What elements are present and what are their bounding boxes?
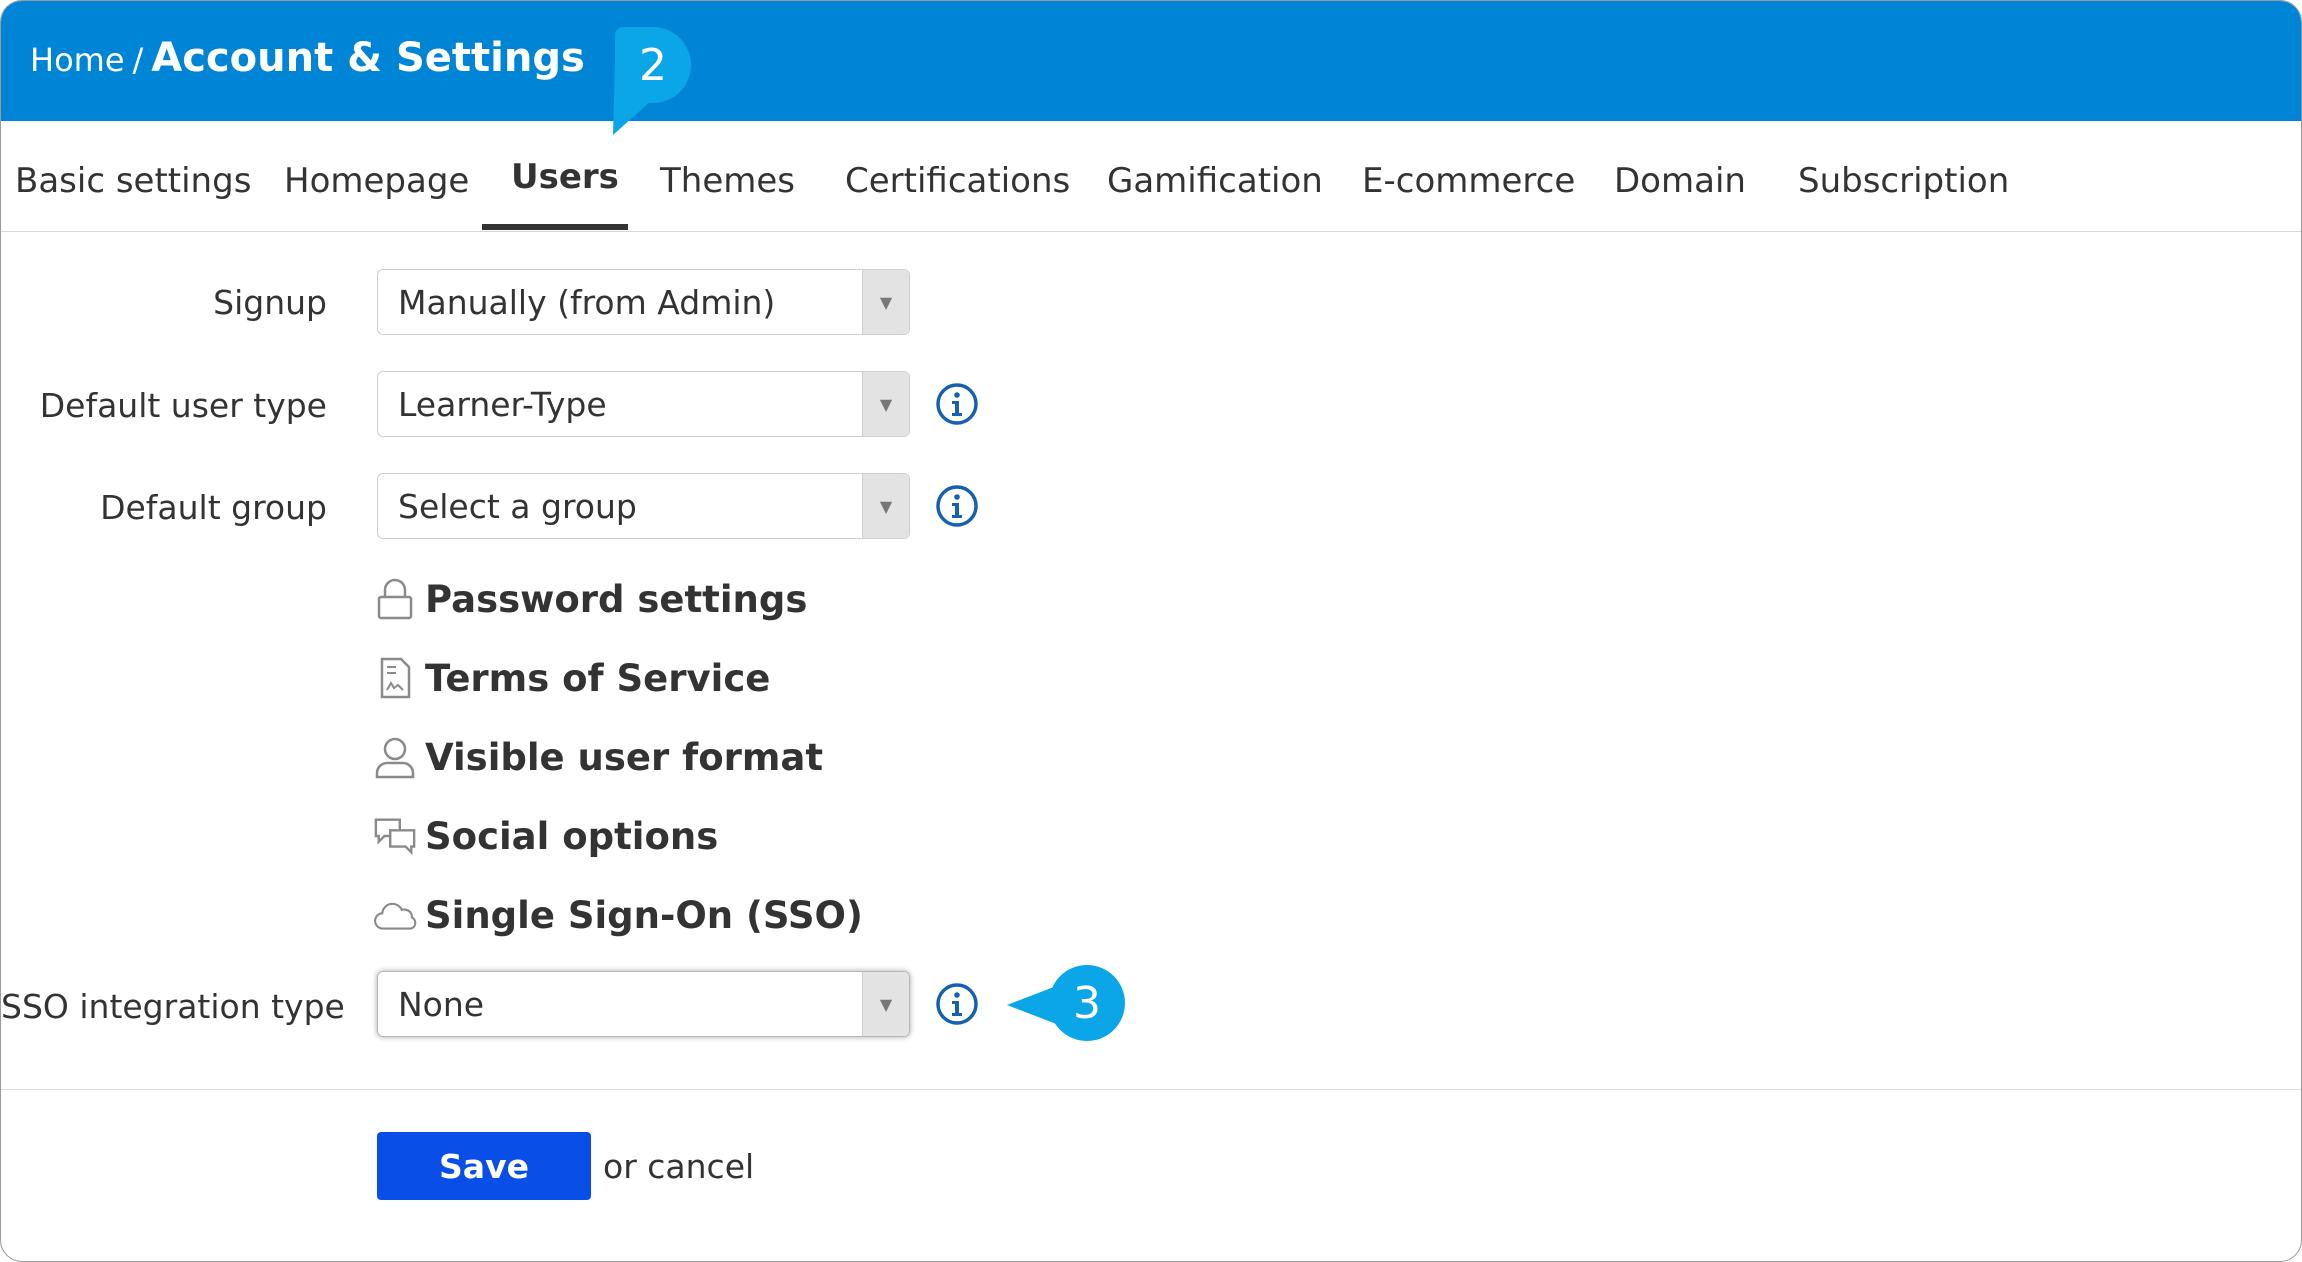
footer-divider	[1, 1089, 2301, 1090]
tab-basic-settings[interactable]: Basic settings	[15, 161, 251, 201]
user-icon	[373, 735, 417, 779]
chevron-down-icon[interactable]: ▼	[862, 270, 909, 334]
single-sign-on-label: Single Sign-On (SSO)	[425, 893, 863, 937]
visible-user-format-link[interactable]: Visible user format	[373, 732, 823, 782]
settings-tabs: Basic settings Homepage Users Themes Cer…	[1, 121, 2301, 232]
cloud-icon	[373, 893, 417, 937]
info-icon[interactable]	[935, 382, 979, 426]
tab-themes[interactable]: Themes	[660, 161, 795, 201]
signup-select[interactable]: Manually (from Admin) ▼	[377, 269, 910, 335]
cancel-link[interactable]: cancel	[647, 1147, 754, 1186]
default-group-value: Select a group	[398, 487, 637, 526]
chevron-down-icon[interactable]: ▼	[862, 972, 909, 1036]
signup-label: Signup	[213, 283, 327, 322]
social-options-link[interactable]: Social options	[373, 811, 718, 861]
chat-bubbles-icon	[373, 814, 417, 858]
sso-integration-type-label: SSO integration type	[1, 987, 345, 1026]
tab-domain[interactable]: Domain	[1614, 161, 1746, 201]
default-group-select[interactable]: Select a group ▼	[377, 473, 910, 539]
terms-of-service-label: Terms of Service	[425, 656, 771, 700]
single-sign-on-link[interactable]: Single Sign-On (SSO)	[373, 890, 863, 940]
default-user-type-select[interactable]: Learner-Type ▼	[377, 371, 910, 437]
cancel-text: or cancel	[603, 1147, 754, 1186]
signup-select-value: Manually (from Admin)	[398, 283, 776, 322]
chevron-down-icon[interactable]: ▼	[862, 474, 909, 538]
lock-icon	[373, 577, 417, 621]
password-settings-link[interactable]: Password settings	[373, 574, 807, 624]
password-settings-label: Password settings	[425, 577, 808, 621]
social-options-label: Social options	[425, 814, 719, 858]
sso-integration-type-value: None	[398, 985, 485, 1024]
callout-2-pointer	[613, 63, 651, 135]
chevron-down-icon[interactable]: ▼	[862, 372, 909, 436]
active-tab-indicator	[482, 224, 628, 230]
or-text: or	[603, 1147, 637, 1186]
save-button[interactable]: Save	[377, 1132, 591, 1200]
info-icon[interactable]	[935, 484, 979, 528]
tab-subscription[interactable]: Subscription	[1798, 161, 2009, 201]
callout-marker-2: 2	[615, 27, 691, 103]
callout-marker-3: 3	[1049, 965, 1125, 1041]
tab-homepage[interactable]: Homepage	[284, 161, 469, 201]
visible-user-format-label: Visible user format	[425, 735, 824, 779]
tab-users[interactable]: Users	[511, 157, 619, 197]
document-icon	[373, 656, 417, 700]
tab-gamification[interactable]: Gamification	[1107, 161, 1323, 201]
app-window: Home / Account & Settings 2 Basic settin…	[0, 0, 2302, 1262]
sso-integration-type-select[interactable]: None ▼	[377, 971, 910, 1037]
default-user-type-label: Default user type	[39, 386, 327, 425]
tab-e-commerce[interactable]: E-commerce	[1362, 161, 1575, 201]
default-group-label: Default group	[100, 488, 327, 527]
info-icon[interactable]	[935, 982, 979, 1026]
default-user-type-value: Learner-Type	[398, 385, 607, 424]
tab-certifications[interactable]: Certifications	[845, 161, 1070, 201]
terms-of-service-link[interactable]: Terms of Service	[373, 653, 770, 703]
